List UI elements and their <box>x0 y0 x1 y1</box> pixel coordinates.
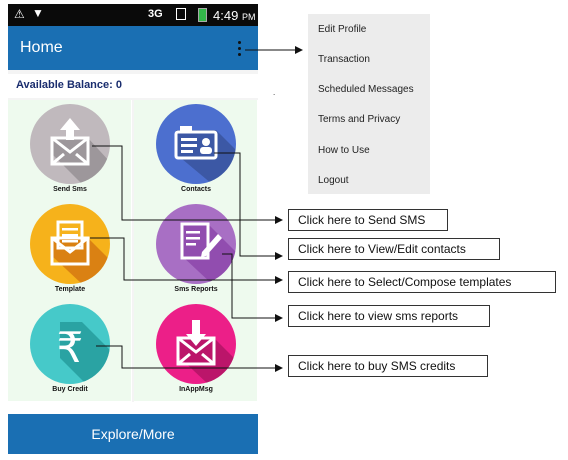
callout-templates: Click here to Select/Compose templates <box>288 271 556 293</box>
callout-connectors <box>90 46 303 372</box>
reports-arrow <box>222 253 283 322</box>
send-sms-arrow <box>92 145 283 224</box>
callout-contacts: Click here to View/Edit contacts <box>288 238 500 260</box>
contacts-arrow <box>214 152 283 260</box>
callout-send-sms: Click here to Send SMS <box>288 209 448 231</box>
callout-credits: Click here to buy SMS credits <box>288 355 488 377</box>
template-arrow <box>90 237 283 284</box>
credit-arrow <box>96 345 283 372</box>
callout-reports: Click here to view sms reports <box>288 305 490 327</box>
